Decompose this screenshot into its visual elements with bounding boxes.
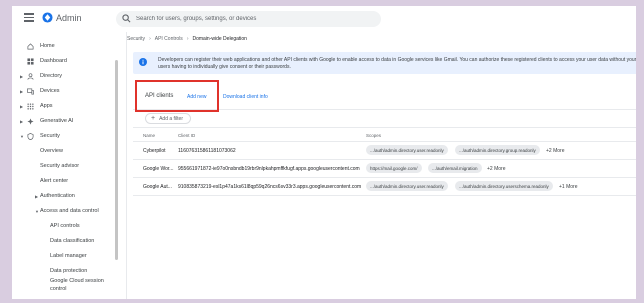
column-header-name[interactable]: Name	[143, 133, 155, 138]
sidebar-item-label: Home	[40, 43, 55, 49]
sidebar: Home Dashboard ▶ Directory ▶ Devices ▶ A…	[12, 32, 124, 299]
app-title: Admin	[56, 13, 82, 23]
sidebar-item-generative-ai[interactable]: ▶ Generative AI	[12, 115, 112, 127]
search-input[interactable]	[136, 13, 376, 25]
sidebar-item-label: Devices	[40, 88, 60, 94]
panel-header: API clients Add new Download client info	[133, 80, 636, 112]
sidebar-item-directory[interactable]: ▶ Directory	[12, 70, 112, 82]
sidebar-item-security[interactable]: ▼ Security	[12, 130, 112, 142]
chevron-right-icon: ›	[186, 36, 189, 42]
chevron-right-icon: ›	[149, 36, 151, 42]
column-header-client-id[interactable]: Client ID	[178, 133, 195, 138]
more-scopes-link[interactable]: +1 More	[559, 184, 577, 190]
scope-chip: .../auth/email.migration	[428, 163, 482, 173]
sidebar-item-devices[interactable]: ▶ Devices	[12, 85, 112, 97]
sidebar-item-label: control	[50, 286, 67, 292]
main-content: Security › API Controls › Domain-wide De…	[126, 32, 636, 299]
collapse-arrow-icon: ▼	[20, 133, 24, 139]
sidebar-item-data-protection[interactable]: Data protection	[12, 265, 112, 277]
table-row[interactable]: Cyberpilot 116076315861181073062 .../aut…	[133, 142, 636, 160]
scope-chip: .../auth/admin.directory.group.readonly	[455, 145, 540, 155]
breadcrumb-current: Domain-wide Delegation	[192, 36, 247, 42]
sidebar-scrollbar[interactable]	[115, 60, 118, 260]
highlight-box	[135, 80, 219, 112]
apps-grid-icon	[27, 102, 34, 110]
sidebar-item-label: Alert center	[40, 178, 69, 184]
search-icon	[122, 14, 131, 23]
info-banner: Developers can register their web applic…	[133, 52, 636, 74]
column-header-scopes[interactable]: Scopes	[366, 133, 381, 138]
sidebar-item-overview[interactable]: Overview	[12, 145, 112, 157]
client-id: 116076315861181073062	[178, 148, 236, 154]
client-id: 910835873219-esl1p47a1ks61l8qp59q26ncs6s…	[178, 184, 362, 190]
table-header: Name Client ID Scopes	[133, 128, 636, 142]
expand-arrow-icon: ▶	[20, 103, 24, 109]
scope-chip: .../auth/admin.directory.userschema.read…	[455, 181, 553, 191]
hamburger-menu-icon[interactable]	[24, 13, 34, 22]
expand-arrow-icon: ▶	[20, 118, 24, 124]
sidebar-item-security-advisor[interactable]: Security advisor	[12, 160, 112, 172]
table-row[interactable]: Google Aut... 910835873219-esl1p47a1ks61…	[133, 178, 636, 196]
download-client-info-link[interactable]: Download client info	[223, 94, 268, 100]
sidebar-item-authentication[interactable]: ▶ Authentication	[12, 190, 112, 202]
plus-icon: +	[151, 115, 156, 122]
devices-icon	[27, 88, 34, 94]
sidebar-item-label: Apps	[40, 103, 53, 109]
add-filter-button[interactable]: + Add a filter	[145, 113, 191, 124]
client-name: Google Aut...	[143, 184, 172, 190]
sidebar-item-label: Authentication	[40, 193, 75, 199]
sidebar-item-label: Dashboard	[40, 58, 67, 64]
api-clients-panel: API clients Add new Download client info…	[133, 80, 636, 299]
sidebar-item-label: Overview	[40, 148, 63, 154]
sidebar-item-label: Data protection	[50, 268, 88, 274]
sparkle-icon	[27, 117, 34, 125]
more-scopes-link[interactable]: +2 More	[546, 148, 564, 154]
expand-arrow-icon: ▶	[20, 73, 24, 79]
sidebar-item-label: Security advisor	[40, 163, 80, 169]
sidebar-item-alert-center[interactable]: Alert center	[12, 175, 112, 187]
scope-chip: .../auth/admin.directory.user.readonly	[366, 145, 448, 155]
info-icon	[139, 58, 147, 66]
sidebar-item-label: Google Cloud session	[50, 278, 104, 284]
add-filter-label: Add a filter	[159, 115, 183, 122]
client-name: Google Wor...	[143, 166, 174, 172]
sidebar-item-label: API controls	[50, 223, 80, 229]
shield-icon	[27, 132, 34, 140]
sidebar-item-data-classification[interactable]: Data classification	[12, 235, 112, 247]
dashboard-icon	[27, 57, 34, 65]
search-bar[interactable]	[116, 11, 381, 27]
scope-chip: https://mail.google.com/	[366, 163, 422, 173]
sidebar-item-label: Directory	[40, 73, 63, 79]
person-icon	[27, 72, 34, 80]
sidebar-item-home[interactable]: Home	[12, 40, 112, 52]
sidebar-item-access-and-data-control[interactable]: ▼ Access and data control	[12, 205, 112, 217]
sidebar-item-label-manager[interactable]: Label manager	[12, 250, 112, 262]
expand-arrow-icon: ▶	[20, 88, 24, 94]
sidebar-item-google-cloud-session-control[interactable]: Google Cloud session control	[12, 277, 112, 295]
sidebar-item-label: Data classification	[50, 238, 95, 244]
top-bar: Admin	[12, 6, 636, 32]
breadcrumb: Security › API Controls › Domain-wide De…	[127, 34, 247, 44]
more-scopes-link[interactable]: +2 More	[487, 166, 505, 172]
admin-window: Admin Home Dashboard ▶ Directory ▶	[12, 6, 636, 299]
table-row[interactable]: Google Wor... 955661971872-ie97o0nsbndb1…	[133, 160, 636, 178]
home-icon	[27, 42, 34, 49]
admin-logo-icon	[42, 12, 53, 23]
sidebar-item-dashboard[interactable]: Dashboard	[12, 55, 112, 67]
sidebar-item-label: Access and data control	[40, 208, 99, 214]
breadcrumb-security[interactable]: Security	[127, 36, 145, 42]
sidebar-item-api-controls[interactable]: API controls	[12, 220, 112, 232]
banner-text: Developers can register their web applic…	[158, 57, 636, 70]
client-id: 955661971872-ie97o0nsbndb19rbr9nlpkahpmf…	[178, 166, 360, 172]
scope-chip: .../auth/admin.directory.user.readonly	[366, 181, 448, 191]
client-name: Cyberpilot	[143, 148, 166, 154]
sidebar-item-label: Security	[40, 133, 60, 139]
sidebar-item-label: Generative AI	[40, 118, 74, 124]
sidebar-item-apps[interactable]: ▶ Apps	[12, 100, 112, 112]
breadcrumb-api-controls[interactable]: API Controls	[155, 36, 183, 42]
sidebar-item-label: Label manager	[50, 253, 87, 259]
filter-bar: + Add a filter	[133, 110, 636, 128]
